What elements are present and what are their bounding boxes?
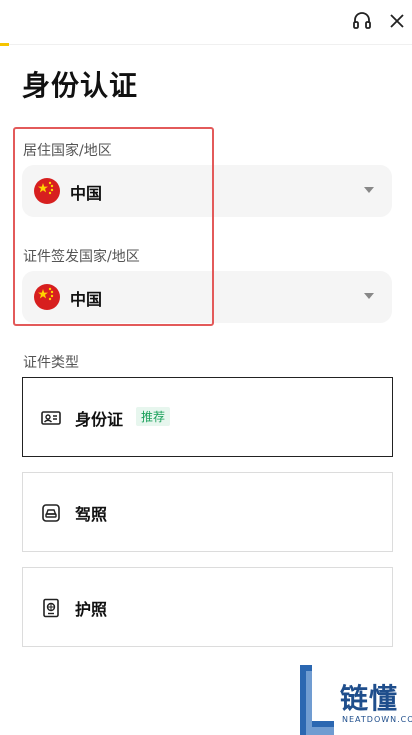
chevron-down-icon — [364, 293, 374, 299]
top-bar — [0, 0, 412, 44]
id-card-label: 身份证 — [75, 410, 124, 429]
passport-label: 护照 — [75, 600, 108, 619]
page-title: 身份认证 — [22, 69, 139, 102]
highlight-box — [13, 127, 214, 326]
id-card-icon — [41, 408, 61, 428]
neatdown-logo-icon — [300, 665, 334, 735]
passport-option[interactable]: 护照 — [22, 567, 393, 647]
passport-icon — [41, 598, 61, 618]
watermark-logo: 链懂 NEATDOWN.COM — [296, 665, 412, 735]
recommended-badge: 推荐 — [136, 407, 171, 426]
watermark-title: 链懂 — [340, 682, 399, 715]
accent-line — [0, 43, 9, 46]
watermark-subtitle: NEATDOWN.COM — [342, 715, 412, 724]
id-type-label: 证件类型 — [23, 355, 79, 371]
id-card-option[interactable]: 身份证 推荐 — [22, 377, 393, 457]
driver-license-option[interactable]: 驾照 — [22, 472, 393, 552]
driver-license-icon — [41, 503, 61, 523]
headset-icon[interactable] — [351, 10, 373, 32]
close-icon[interactable] — [386, 10, 408, 32]
header-divider — [9, 44, 412, 45]
chevron-down-icon — [364, 187, 374, 193]
driver-license-label: 驾照 — [75, 505, 108, 524]
